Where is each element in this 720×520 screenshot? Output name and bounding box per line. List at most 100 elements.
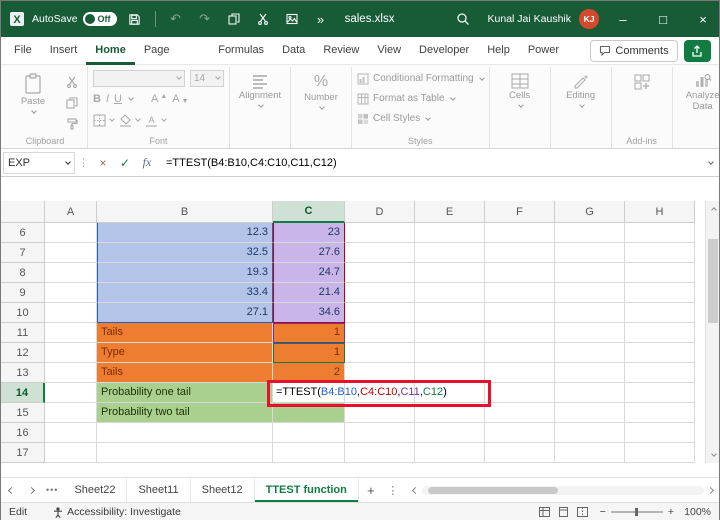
column-header-e[interactable]: E	[415, 201, 485, 223]
cell-D8[interactable]	[345, 263, 415, 283]
normal-view-icon[interactable]	[538, 507, 550, 517]
decrease-font-icon[interactable]: A ▼	[172, 93, 188, 105]
tab-home[interactable]: Home	[86, 37, 135, 65]
horizontal-scrollbar[interactable]	[403, 478, 719, 502]
font-size-select[interactable]: 14	[190, 69, 224, 87]
maximize-button[interactable]: □	[647, 1, 679, 37]
row-header-9[interactable]: 9	[1, 283, 45, 303]
cell-F6[interactable]	[485, 223, 555, 243]
cell-H7[interactable]	[625, 243, 695, 263]
cell-D6[interactable]	[345, 223, 415, 243]
cell-B8[interactable]: 19.3	[97, 263, 273, 283]
row-header-11[interactable]: 11	[1, 323, 45, 343]
prev-sheet-icon[interactable]	[1, 478, 21, 502]
scroll-right-icon[interactable]	[706, 486, 715, 494]
number-button[interactable]: % Number	[296, 69, 346, 111]
cell-G16[interactable]	[555, 423, 625, 443]
italic-button[interactable]: I	[106, 93, 109, 105]
tab-file[interactable]: File	[5, 37, 41, 65]
font-name-select[interactable]	[93, 69, 185, 87]
zoom-slider-thumb[interactable]	[634, 508, 638, 516]
cell-G6[interactable]	[555, 223, 625, 243]
row-header-17[interactable]: 17	[1, 443, 45, 463]
cell-F13[interactable]	[485, 363, 555, 383]
cell-D12[interactable]	[345, 343, 415, 363]
tab-view[interactable]: View	[368, 37, 410, 65]
cell-A15[interactable]	[45, 403, 97, 423]
formula-bar-grip[interactable]: ⋮	[75, 156, 92, 169]
cell-B12[interactable]: Type	[97, 343, 273, 363]
vertical-scrollbar[interactable]	[705, 201, 719, 463]
cell-A12[interactable]	[45, 343, 97, 363]
cell-B7[interactable]: 32.5	[97, 243, 273, 263]
cell-E12[interactable]	[415, 343, 485, 363]
row-header-12[interactable]: 12	[1, 343, 45, 363]
new-sheet-button[interactable]: +	[359, 478, 383, 502]
qat-cut-icon[interactable]	[252, 8, 274, 30]
zoom-slider[interactable]	[610, 508, 663, 516]
cell-G13[interactable]	[555, 363, 625, 383]
row-header-13[interactable]: 13	[1, 363, 45, 383]
cell-H14[interactable]	[625, 383, 695, 403]
cell-E15[interactable]	[415, 403, 485, 423]
cell-F10[interactable]	[485, 303, 555, 323]
cell-E10[interactable]	[415, 303, 485, 323]
cell-G9[interactable]	[555, 283, 625, 303]
cell-E7[interactable]	[415, 243, 485, 263]
user-avatar[interactable]: KJ	[579, 9, 599, 29]
user-name[interactable]: Kunal Jai Kaushik	[488, 13, 571, 25]
cell-H13[interactable]	[625, 363, 695, 383]
comments-button[interactable]: Comments	[590, 39, 678, 62]
scroll-down-icon[interactable]	[706, 449, 719, 463]
cell-C16[interactable]	[273, 423, 345, 443]
cell-H11[interactable]	[625, 323, 695, 343]
row-header-7[interactable]: 7	[1, 243, 45, 263]
insert-function-button[interactable]: fx	[136, 152, 158, 174]
column-header-h[interactable]: H	[625, 201, 695, 223]
increase-font-icon[interactable]: A ▲	[151, 93, 167, 106]
cell-D9[interactable]	[345, 283, 415, 303]
column-header-f[interactable]: F	[485, 201, 555, 223]
zoom-out-icon[interactable]: −	[600, 506, 606, 518]
autosave-control[interactable]: AutoSave Off	[32, 12, 117, 26]
cell-H8[interactable]	[625, 263, 695, 283]
row-header-14[interactable]: 14	[1, 383, 45, 403]
cell-B11[interactable]: Tails	[97, 323, 273, 343]
cell-G11[interactable]	[555, 323, 625, 343]
bold-button[interactable]: B	[93, 93, 101, 105]
cell-F15[interactable]	[485, 403, 555, 423]
tab-insert[interactable]: Insert	[41, 37, 87, 65]
cell-C14[interactable]: =TTEST(B4:B10,C4:C10,C11,C12)	[273, 383, 447, 403]
cell-B14[interactable]: Probability one tail	[97, 383, 273, 403]
cell-G15[interactable]	[555, 403, 625, 423]
cells-button[interactable]: Cells	[495, 69, 545, 108]
name-box[interactable]: EXP	[3, 151, 75, 174]
tab-power-pivot[interactable]: Power Pivot	[519, 37, 591, 82]
cell-A13[interactable]	[45, 363, 97, 383]
cell-B17[interactable]	[97, 443, 273, 463]
qat-picture-icon[interactable]	[281, 8, 303, 30]
paste-button[interactable]: Paste	[8, 69, 58, 114]
borders-icon[interactable]	[93, 114, 115, 127]
cell-H16[interactable]	[625, 423, 695, 443]
cell-B13[interactable]: Tails	[97, 363, 273, 383]
cell-A8[interactable]	[45, 263, 97, 283]
tab-formulas[interactable]: Formulas	[209, 37, 273, 65]
cell-B16[interactable]	[97, 423, 273, 443]
vertical-scroll-thumb[interactable]	[708, 239, 718, 323]
autosave-toggle[interactable]: Off	[82, 12, 117, 26]
cell-G7[interactable]	[555, 243, 625, 263]
underline-button[interactable]: U	[114, 93, 122, 105]
format-as-table-button[interactable]: Format as Table	[357, 89, 456, 108]
undo-icon[interactable]: ↶	[165, 8, 187, 30]
fill-color-icon[interactable]	[119, 113, 141, 127]
row-header-15[interactable]: 15	[1, 403, 45, 423]
cell-B15[interactable]: Probability two tail	[97, 403, 273, 423]
sheet-tab-ttest-function[interactable]: TTEST function	[254, 478, 359, 502]
cell-G17[interactable]	[555, 443, 625, 463]
scroll-left-icon[interactable]	[411, 486, 419, 494]
close-button[interactable]: ×	[687, 1, 719, 37]
editing-button[interactable]: Editing	[556, 69, 606, 108]
cell-E8[interactable]	[415, 263, 485, 283]
cell-C9[interactable]: 21.4	[273, 283, 345, 303]
